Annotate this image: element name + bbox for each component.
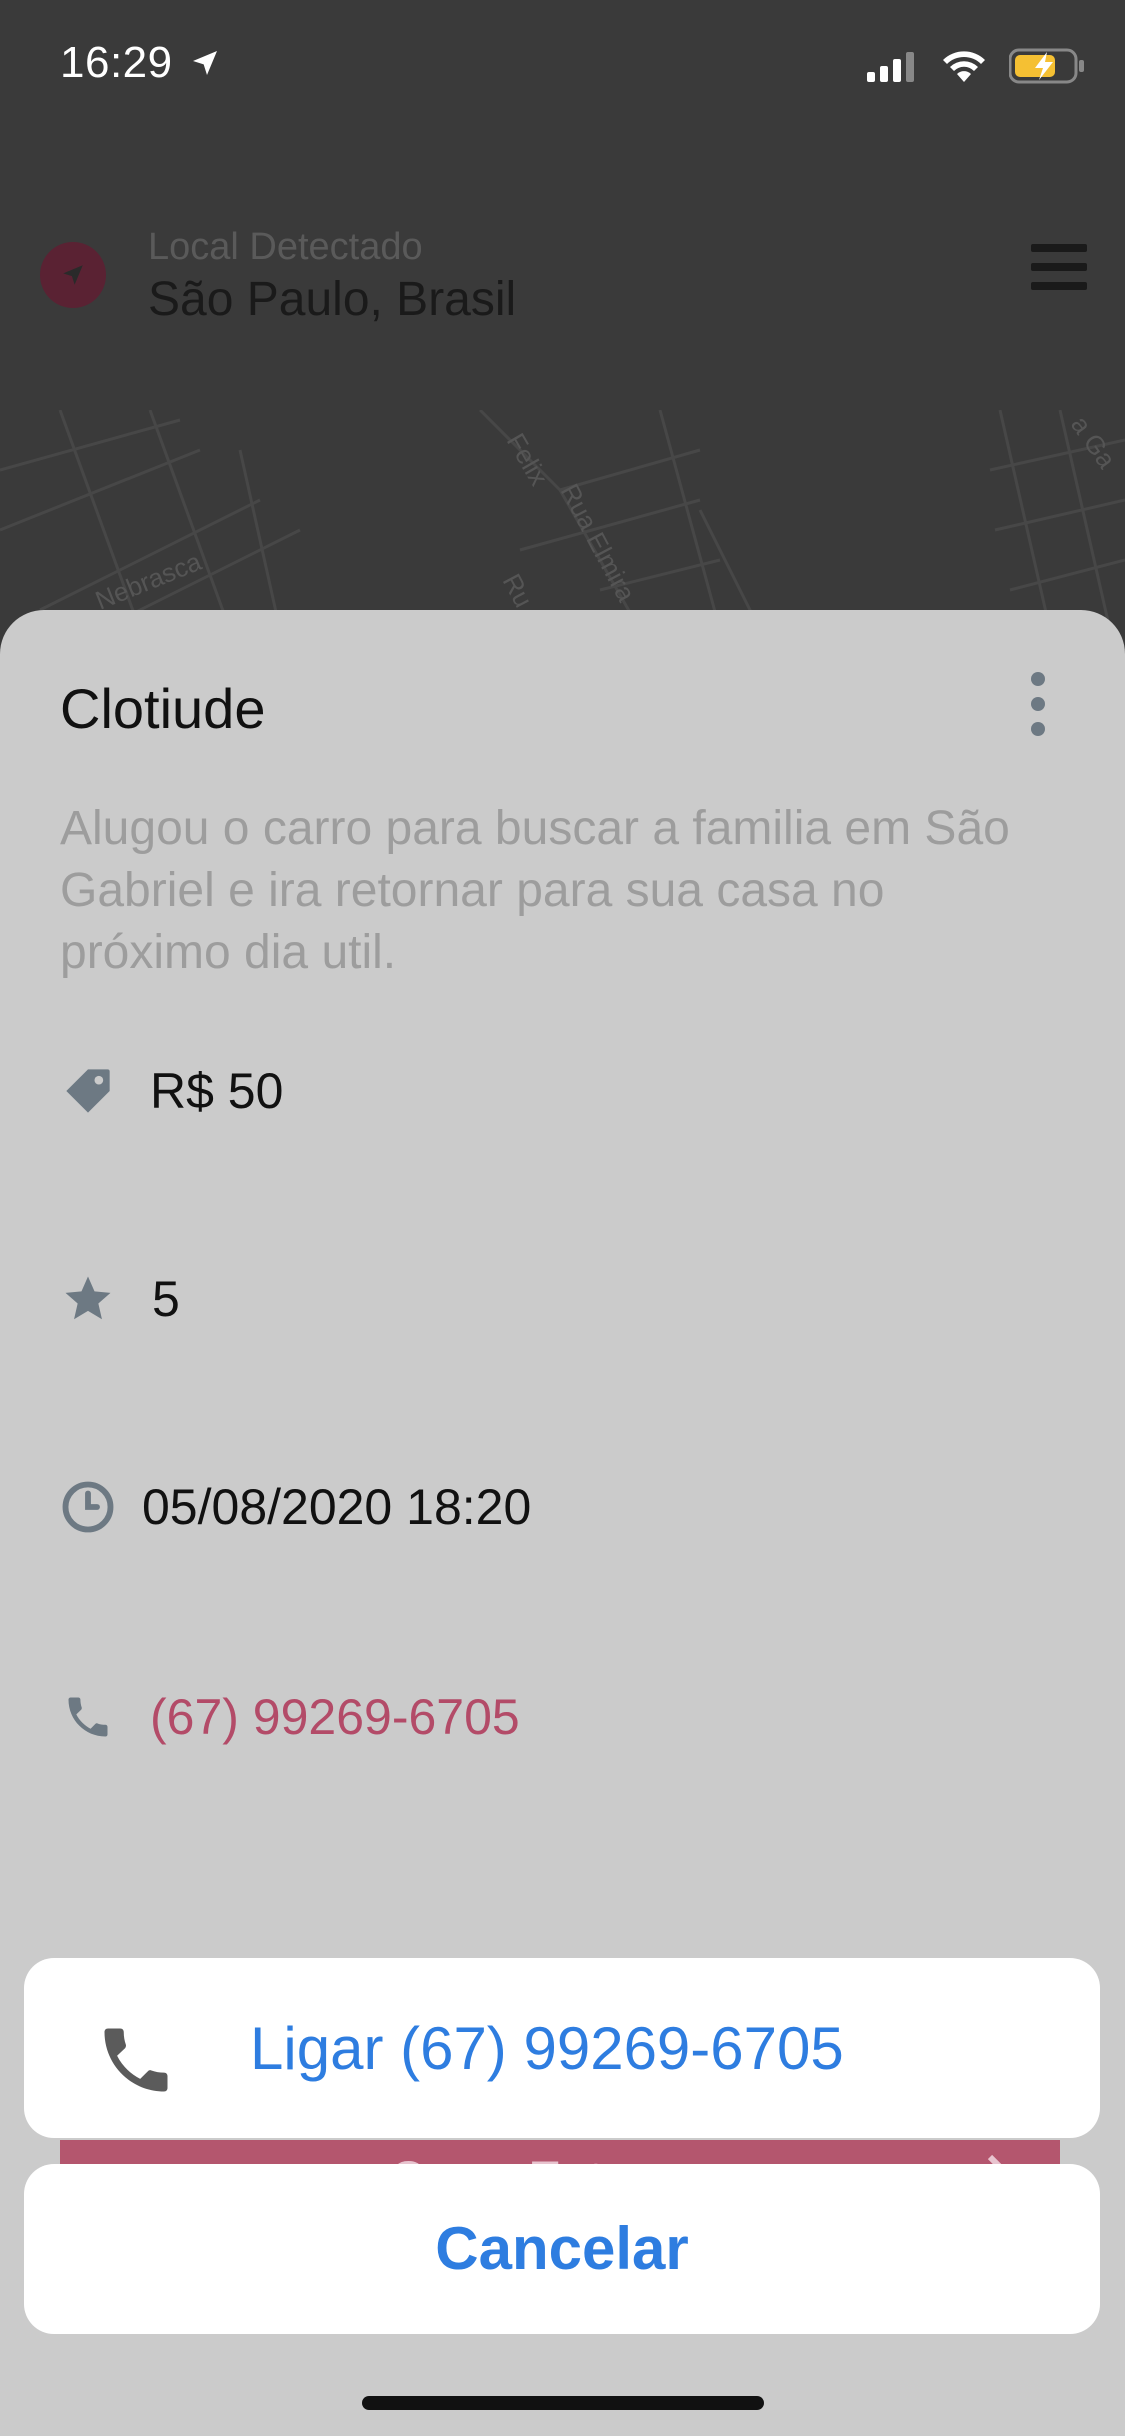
- location-label: Local Detectado: [148, 226, 423, 268]
- rating-value: 5: [152, 1271, 180, 1327]
- battery-charging-icon: [1009, 48, 1084, 84]
- customer-name: Clotiude: [60, 677, 266, 740]
- location-arrow-icon: [63, 265, 83, 285]
- map-label-rua-elmira: Rua Elmira: [555, 479, 642, 607]
- phone-icon: [104, 2028, 168, 2092]
- signal-icon: [867, 52, 914, 82]
- map-view[interactable]: Felix Rua Elmira Ru Nebrasca a Ga: [0, 410, 1125, 630]
- datetime-value: 05/08/2020 18:20: [142, 1479, 532, 1535]
- phone-link[interactable]: (67) 99269-6705: [150, 1688, 520, 1746]
- price-tag-icon: [60, 1063, 116, 1119]
- location-arrow-icon: [193, 51, 218, 75]
- map-label-felix: Felix: [501, 428, 554, 491]
- price-value: R$ 50: [150, 1063, 284, 1119]
- status-icons: [867, 48, 1085, 84]
- rental-description: Alugou o carro para buscar a familia em …: [60, 802, 1010, 979]
- call-action-label: Ligar (67) 99269-6705: [250, 2015, 844, 2082]
- star-icon: [60, 1271, 116, 1327]
- more-options-icon[interactable]: [1031, 672, 1045, 736]
- location-indicator[interactable]: [40, 242, 106, 308]
- datetime-row: 05/08/2020 18:20: [60, 1478, 531, 1536]
- phone-row[interactable]: (67) 99269-6705: [60, 1688, 520, 1746]
- price-row: R$ 50: [60, 1062, 283, 1120]
- phone-icon: [60, 1689, 116, 1745]
- clock-icon: [60, 1479, 116, 1535]
- hamburger-menu-icon[interactable]: [1031, 244, 1087, 290]
- rating-row: 5: [60, 1270, 180, 1328]
- map-label-ru: Ru: [497, 569, 539, 612]
- cancel-label: Cancelar: [435, 2215, 689, 2282]
- wifi-icon: [943, 51, 985, 82]
- map-streets: Felix Rua Elmira Ru Nebrasca a Ga: [0, 410, 1125, 630]
- status-time: 16:29: [60, 38, 221, 88]
- home-indicator[interactable]: [362, 2396, 764, 2410]
- location-value[interactable]: São Paulo, Brasil: [148, 272, 516, 327]
